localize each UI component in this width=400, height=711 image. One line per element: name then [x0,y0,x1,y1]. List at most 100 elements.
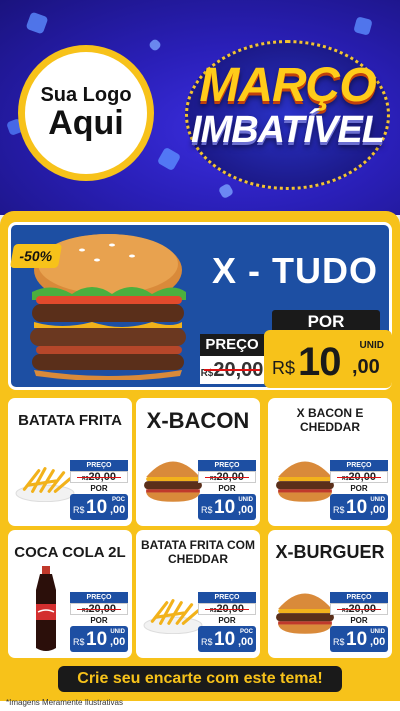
por-label: POR [90,616,108,625]
price-label: PREÇO [198,460,256,471]
fries-icon [14,460,76,507]
price-tag: PREÇO R$20,00 POR R$ 10,00 UNID [198,460,256,520]
product-name: COCA COLA 2L [14,544,126,561]
strike-line [205,477,249,478]
discount-badge: -50% [9,244,63,268]
price-decimal: ,00 [238,636,254,648]
logo-line-1: Sua Logo [40,83,132,106]
price-decimal: ,00 [370,504,386,516]
new-price: R$ 10,00 UNID [330,626,388,652]
currency: R$ [73,637,85,647]
logo-placeholder[interactable]: Sua Logo Aqui [18,45,154,181]
product-card[interactable]: X-BURGUER PREÇO R$20,00 POR R$ 10,00 UNID [268,530,392,658]
burger-icon [274,584,336,641]
price-label: PREÇO [70,460,128,471]
confetti [156,146,182,172]
price-decimal: ,00 [352,356,380,378]
product-card[interactable]: X-BACON PREÇO R$20,00 POR R$ 10,00 UNID [136,398,260,526]
new-price: R$ 10,00 UNID [330,494,388,520]
new-price: R$ 10,00 POC [198,626,256,652]
price-decimal: ,00 [238,504,254,516]
campaign-title: MARÇO IMBATÍVEL [180,59,395,151]
title-line-2: IMBATÍVEL [191,109,385,151]
currency: R$ [333,637,345,647]
new-price: R$ 10,00 UNID [70,626,128,652]
currency: R$ [73,505,85,515]
price-integer: 10 [86,629,108,650]
old-price: R$20,00 [70,471,128,483]
price-label: PREÇO [330,592,388,603]
bottle-icon [26,564,66,658]
currency: R$ [201,637,213,647]
product-name: BATATA FRITA COM CHEDDAR [141,538,255,566]
strike-line [77,477,121,478]
price-label: PREÇO [330,460,388,471]
por-label: POR [350,616,368,625]
price-unit: UNID [370,497,385,503]
strike-line [337,477,381,478]
old-price: R$20,00 [330,603,388,615]
currency: R$ [201,505,213,515]
confetti [217,182,235,200]
price-decimal: ,00 [370,636,386,648]
price-tag: PREÇO R$20,00 POR R$ 10,00 UNID [330,460,388,520]
por-label: POR [350,484,368,493]
product-name: X-BACON [146,408,250,433]
featured-price-label: PREÇO [200,334,264,356]
price-integer: 10 [214,629,236,650]
currency: R$ [272,358,296,378]
price-integer: 10 [86,497,108,518]
price-integer: 10 [214,497,236,518]
cta-button[interactable]: Crie seu encarte com este tema! [58,666,342,692]
product-name: X-BURGUER [275,542,385,562]
price-unit: UNID [359,340,384,351]
confetti [25,11,49,35]
old-price: R$20,00 [198,471,256,483]
logo-line-2: Aqui [48,103,124,142]
strike-line [77,609,121,610]
price-unit: UNID [370,629,385,635]
price-label: PREÇO [198,592,256,603]
strike-line [337,609,381,610]
price-tag: PREÇO R$20,00 POR R$ 10,00 UNID [330,592,388,652]
price-tag: PREÇO R$20,00 POR R$ 10,00 UNID [70,592,128,652]
por-label: POR [218,484,236,493]
price-decimal: ,00 [110,504,126,516]
fries-icon [142,592,204,639]
title-line-1: MARÇO [199,59,376,112]
new-price: R$ 10,00 UNID [198,494,256,520]
product-name: BATATA FRITA [18,412,122,429]
price-integer: 10 [298,340,341,384]
price-unit: UNID [110,629,125,635]
price-tag: PREÇO R$20,00 POR R$ 10,00 POC [70,460,128,520]
por-label: POR [218,616,236,625]
product-card[interactable]: BATATA FRITA COM CHEDDAR PREÇO R$20,00 POR R… [136,530,260,658]
product-card[interactable]: COCA COLA 2L PREÇO R$20,00 POR R$ 10,00 UNID [8,530,132,658]
por-label: POR [90,484,108,493]
disclaimer: *Imagens Meramente Ilustrativas [6,698,123,707]
featured-new-price: R$ 10 ,00 UNID [264,330,392,388]
product-card[interactable]: X BACON E CHEDDAR PREÇO R$20,00 POR R$ 10,00 U… [268,398,392,526]
product-name: X BACON E CHEDDAR [296,406,364,434]
burger-icon [274,452,336,509]
old-price: R$20,00 [198,603,256,615]
new-price: R$ 10,00 POC [70,494,128,520]
strike-line [205,609,249,610]
burger-icon [142,452,204,509]
strike-line [204,369,260,371]
currency: R$ [333,505,345,515]
featured-old-price: R$20,00 [200,356,264,384]
price-decimal: ,00 [110,636,126,648]
price-tag: PREÇO R$20,00 POR R$ 10,00 POC [198,592,256,652]
confetti [353,16,373,36]
old-price: R$20,00 [330,471,388,483]
price-integer: 10 [346,497,368,518]
price-label: PREÇO [70,592,128,603]
confetti [147,37,163,53]
product-card[interactable]: BATATA FRITA PREÇO R$20,00 POR R$ 10,00 POC [8,398,132,526]
price-integer: 10 [346,629,368,650]
price-unit: POC [111,497,125,503]
featured-product-name: X - TUDO [212,250,378,291]
old-price: R$20,00 [70,603,128,615]
price-unit: POC [239,629,253,635]
